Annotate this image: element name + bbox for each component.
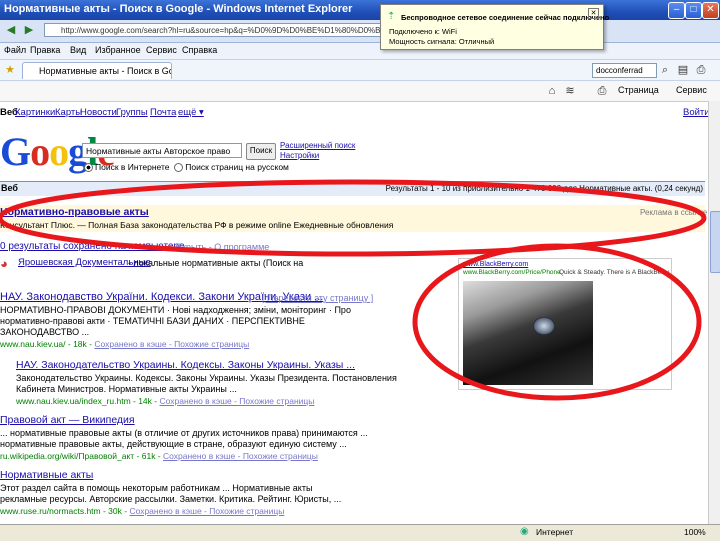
results-bar-label: Веб	[1, 183, 18, 193]
search-button[interactable]: Поиск	[246, 143, 276, 160]
result-3-title[interactable]: НАУ. Законодательство Украины. Кодексы. …	[16, 359, 355, 371]
window-title-bar: Нормативные акты - Поиск в Google - Wind…	[0, 0, 720, 20]
wifi-icon: ⇡	[387, 11, 396, 22]
menu-help[interactable]: Справка	[182, 45, 217, 55]
maximize-button[interactable]: □	[685, 2, 702, 19]
result-5-snippet-1: Этот раздел сайта в помощь некоторым раб…	[0, 483, 313, 493]
wifi-notification-balloon: ⇡ Беспроводное сетевое соединение сейчас…	[380, 4, 609, 50]
result-4-cache-link[interactable]: Сохранено в кэше - Похожие страницы	[163, 451, 318, 461]
trackball-icon	[533, 317, 555, 335]
menu-file[interactable]: Файл	[4, 45, 26, 55]
close-button[interactable]: ✕	[702, 2, 719, 19]
tab-google-search[interactable]: Нормативные акты - Поиск в Google	[22, 62, 172, 79]
sponsored-label: Реклама в ссылке	[640, 208, 708, 217]
menu-favorites[interactable]: Избранное	[95, 45, 141, 55]
status-zoom[interactable]: 100%	[684, 527, 706, 537]
result-3-snippet-2: Кабинета Министров. Нормативные акты Укр…	[16, 384, 237, 394]
command-bar: ⌂ ≋ ⎙ Страница Сервис	[0, 81, 720, 102]
nav-mail[interactable]: Почта	[150, 107, 176, 118]
result-0-title[interactable]: 0 результаты сохранено на компьютере	[0, 241, 185, 252]
nav-signin[interactable]: Войти	[683, 107, 710, 118]
result-2-snippet-1: НОРМАТИВНО-ПРАВОВІ ДОКУМЕНТИ · Нові надх…	[0, 305, 351, 315]
result-4-snippet-1: ... нормативные правовые акты (в отличие…	[0, 428, 368, 438]
page-tools-icon[interactable]: ▤	[676, 63, 690, 77]
favorites-star-icon[interactable]: ★	[3, 63, 17, 77]
image-ad-header[interactable]: www.BlackBerry.com	[463, 261, 528, 268]
feeds-icon[interactable]: ≋	[563, 84, 577, 98]
tools-menu[interactable]: Сервис	[676, 85, 707, 95]
advanced-search-link[interactable]: Расширенный поиск	[280, 141, 355, 150]
status-zone: Интернет	[536, 527, 574, 537]
scrollbar-thumb[interactable]	[710, 211, 720, 273]
back-icon[interactable]: ◀	[4, 23, 18, 37]
sponsored-title[interactable]: Нормативно-правовые акты	[0, 206, 149, 218]
balloon-line-connected: Подключено к: WiFi	[389, 27, 457, 36]
minimize-button[interactable]: –	[668, 2, 685, 19]
address-bar-row: ◀ ▶ http://www.google.com/search?hl=ru&s…	[0, 20, 720, 43]
search-input[interactable]: Нормативные акты Авторское право	[82, 143, 242, 158]
search-icon[interactable]: ⌕	[658, 63, 672, 77]
result-3-cache-link[interactable]: Сохранено в кэше - Похожие страницы	[159, 396, 314, 406]
image-ad-url: www.BlackBerry.com/Price/Phone	[463, 269, 561, 276]
result-5-snippet-2: рекламные ресурсы. Авторские рассылки. З…	[0, 494, 342, 504]
nav-groups[interactable]: Группы	[116, 107, 148, 118]
result-0-links[interactable]: - Скрыть - О программе	[170, 242, 269, 252]
home-icon[interactable]: ⌂	[545, 84, 559, 98]
menu-tools[interactable]: Сервис	[146, 45, 177, 55]
window-title: Нормативные акты - Поиск в Google - Wind…	[4, 3, 353, 15]
result-4-url: ru.wikipedia.org/wiki/Правовой_акт - 61k…	[0, 451, 318, 461]
nav-maps[interactable]: Карты	[55, 107, 82, 118]
result-4-title[interactable]: Правовой акт — Википедия	[0, 414, 135, 426]
result-2-snippet-2: нормативно-правові акти · ТЕМАТИЧНІ БАЗИ…	[0, 316, 305, 326]
balloon-title: Беспроводное сетевое соединение сейчас п…	[401, 13, 610, 22]
tab-toolbar-row: ★ Нормативные акты - Поиск в Google docc…	[0, 60, 720, 81]
result-1-snippet: - локальные нормативные акты (Поиск на	[128, 258, 304, 268]
radio-web-label: Поиск в Интернете	[95, 162, 170, 172]
radio-russian-label: Поиск страниц на русском	[185, 162, 289, 172]
results-stats-bar: Веб Результаты 1 - 10 из приблизительно …	[0, 181, 705, 196]
sponsored-snippet: Консультант Плюс. — Полная База законода…	[0, 220, 394, 230]
tab-label: Нормативные акты - Поиск в Google	[39, 66, 171, 76]
blackberry-phone-image	[463, 281, 593, 385]
results-count: Результаты 1 - 10 из приблизительно 1 47…	[385, 184, 703, 193]
page-menu[interactable]: Страница	[618, 85, 659, 95]
result-2-url: www.nau.kiev.ua/ - 18k - Сохранено в кэш…	[0, 339, 250, 349]
image-ad[interactable]: www.BlackBerry.com www.BlackBerry.com/Pr…	[458, 258, 672, 390]
menu-view[interactable]: Вид	[70, 45, 86, 55]
balloon-line-signal: Мощность сигнала: Отличный	[389, 37, 495, 46]
radio-russian[interactable]	[174, 163, 184, 173]
settings-link[interactable]: Настройки	[280, 151, 319, 160]
nav-images[interactable]: Картинки	[15, 107, 55, 118]
result-5-cache-link[interactable]: Сохранено в кэше - Похожие страницы	[129, 506, 284, 516]
print-icon[interactable]: ⎙	[694, 63, 708, 77]
toolbar-search-input[interactable]: docconferrad	[592, 63, 657, 78]
result-1-icon: ◕	[0, 256, 8, 271]
image-ad-caption: Quick & Steady. There is A BlackBerry	[559, 269, 669, 276]
sponsored-link-box: Нормативно-правовые акты Консультант Плю…	[0, 205, 708, 232]
result-5-title[interactable]: Нормативные акты	[0, 469, 93, 481]
result-2-snippet-3: ЗАКОНОДАВСТВО ...	[0, 327, 90, 337]
status-bar: ◉ Интернет 100%	[0, 524, 720, 541]
result-2-cache-link[interactable]: Сохранено в кэше - Похожие страницы	[94, 339, 249, 349]
balloon-close-button[interactable]: ✕	[588, 8, 599, 19]
result-5-url: www.ruse.ru/normacts.htm - 30k - Сохране…	[0, 506, 285, 516]
menu-edit[interactable]: Правка	[30, 45, 60, 55]
result-4-snippet-2: нормативные правовые акты, действующие в…	[0, 439, 347, 449]
radio-web[interactable]	[84, 163, 93, 173]
printer-icon[interactable]: ⎙	[595, 84, 609, 98]
result-3-snippet-1: Законодательство Украины. Кодексы. Закон…	[16, 373, 397, 383]
vertical-scrollbar[interactable]	[708, 101, 720, 524]
nav-more[interactable]: ещё ▾	[178, 107, 204, 118]
result-2-translate-link[interactable]: [ Перевести эту страницу ]	[262, 293, 373, 303]
menu-bar: Файл Правка Вид Избранное Сервис Справка	[0, 43, 720, 60]
internet-zone-icon: ◉	[520, 526, 529, 537]
search-scope-radios: Поиск в Интернете Поиск страниц на русск…	[84, 162, 289, 173]
forward-icon[interactable]: ▶	[22, 23, 36, 37]
nav-news[interactable]: Новости	[80, 107, 117, 118]
result-3-url: www.nau.kiev.ua/index_ru.htm - 14k - Сох…	[16, 396, 315, 406]
